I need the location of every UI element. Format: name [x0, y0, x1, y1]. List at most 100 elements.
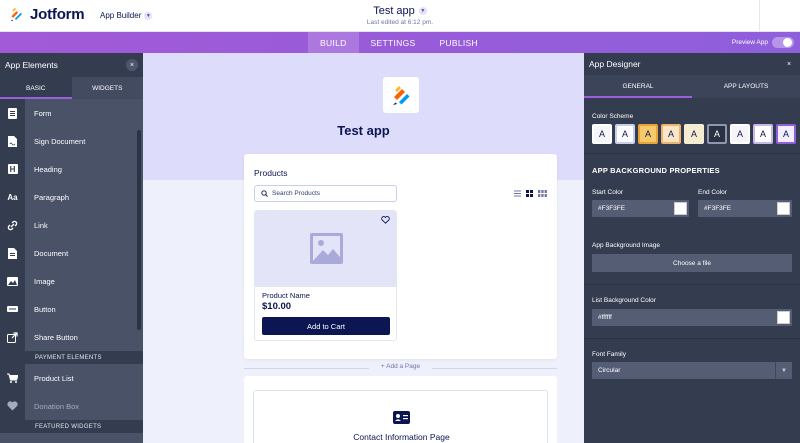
contact-card-icon: [393, 411, 410, 424]
color-scheme-swatch[interactable]: A: [615, 124, 635, 144]
app-title-block: Test app ▼ Last edited at 6:12 pm.: [0, 5, 800, 26]
list-bg-value: #ffffff: [598, 314, 612, 321]
end-color-label: End Color: [698, 189, 727, 196]
add-page-button[interactable]: + Add a Page: [244, 363, 557, 370]
element-button[interactable]: Button: [0, 295, 143, 323]
nav-bar: BUILD SETTINGS PUBLISH Preview App: [0, 32, 800, 53]
element-heading[interactable]: H Heading: [0, 155, 143, 183]
divider: [584, 284, 800, 285]
product-name: Product Name: [262, 291, 310, 300]
element-label: Form: [34, 108, 52, 118]
preview-app: Preview App: [732, 37, 794, 48]
start-color-input[interactable]: #F3F3FE: [592, 200, 689, 217]
color-scheme-swatch[interactable]: A: [730, 124, 750, 144]
product-price: $10.00: [262, 301, 292, 312]
element-tabs: BASIC WIDGETS: [0, 77, 143, 99]
element-donation-box[interactable]: Donation Box: [0, 392, 143, 420]
search-input[interactable]: Search Products: [254, 185, 397, 202]
scrollbar[interactable]: [137, 130, 141, 330]
products-title: Products: [254, 168, 288, 178]
close-icon[interactable]: ×: [126, 59, 138, 71]
share-icon: [0, 323, 25, 351]
close-icon[interactable]: ×: [783, 58, 795, 70]
element-sign-document[interactable]: Sign Document: [0, 127, 143, 155]
page-card[interactable]: Contact Information Page: [244, 376, 557, 443]
compact-grid-icon[interactable]: [538, 190, 547, 197]
paragraph-glyph: Aa: [7, 192, 18, 202]
product-list-card[interactable]: Products Search Products Product Name $1…: [244, 154, 557, 359]
heart-icon: [0, 392, 25, 420]
color-scheme-swatch[interactable]: A: [638, 124, 658, 144]
image-placeholder-icon: [310, 233, 343, 264]
sign-document-icon: [0, 127, 25, 155]
end-color-input[interactable]: #F3F3FE: [698, 200, 792, 217]
color-scheme-swatch[interactable]: A: [776, 124, 796, 144]
preview-toggle[interactable]: [772, 37, 794, 48]
element-share-button[interactable]: Share Button: [0, 323, 143, 351]
bg-properties-heading: APP BACKGROUND PROPERTIES: [592, 166, 720, 175]
link-icon: [0, 211, 25, 239]
tab-build[interactable]: BUILD: [308, 32, 359, 53]
app-title[interactable]: Test app ▼: [373, 5, 427, 17]
list-bg-picker[interactable]: [777, 311, 790, 324]
tab-settings[interactable]: SETTINGS: [359, 32, 428, 53]
element-image[interactable]: Image: [0, 267, 143, 295]
chevron-down-icon: ▼: [418, 7, 427, 15]
list-bg-input[interactable]: #ffffff: [592, 309, 792, 326]
product-item[interactable]: Product Name $10.00 Add to Cart: [254, 210, 397, 341]
element-document[interactable]: Document: [0, 239, 143, 267]
element-form[interactable]: Form: [0, 99, 143, 127]
search-placeholder: Search Products: [272, 190, 321, 197]
color-scheme-swatch[interactable]: A: [661, 124, 681, 144]
tab-general[interactable]: GENERAL: [584, 75, 692, 98]
font-family-select[interactable]: Circular ▼: [592, 362, 792, 379]
favorite-heart-icon[interactable]: [381, 216, 390, 224]
heading-glyph: H: [7, 164, 18, 174]
element-paragraph[interactable]: Aa Paragraph: [0, 183, 143, 211]
grid-view-icon[interactable]: [526, 190, 533, 197]
app-designer-panel: App Designer × GENERAL APP LAYOUTS Color…: [584, 53, 800, 443]
image-icon: [0, 267, 25, 295]
element-label: Sign Document: [34, 136, 86, 146]
start-color-picker[interactable]: [674, 202, 687, 215]
panel-title: App Designer: [589, 59, 641, 69]
document-icon: [0, 239, 25, 267]
element-link[interactable]: Link: [0, 211, 143, 239]
app-icon[interactable]: [383, 77, 419, 113]
tab-widgets[interactable]: WIDGETS: [72, 77, 144, 99]
add-to-cart-button[interactable]: Add to Cart: [262, 317, 390, 335]
color-scheme-swatch[interactable]: A: [753, 124, 773, 144]
end-color-value: #F3F3FE: [704, 205, 732, 212]
app-canvas: Test app Products Search Products Produc…: [143, 53, 584, 443]
form-icon: [0, 99, 25, 127]
element-product-list[interactable]: Product List: [0, 364, 143, 392]
panel-title: App Elements: [5, 60, 58, 70]
contact-page-block[interactable]: Contact Information Page: [253, 390, 548, 443]
panel-header: App Designer ×: [584, 53, 800, 75]
app-name: Test app: [337, 123, 390, 138]
divider: [584, 153, 800, 154]
element-label: Heading: [34, 164, 62, 174]
app-title-text: Test app: [373, 5, 415, 17]
last-edited: Last edited at 6:12 pm.: [366, 19, 434, 26]
choose-file-button[interactable]: Choose a file: [592, 254, 792, 272]
list-view-icon[interactable]: [514, 190, 521, 197]
divider: [759, 0, 760, 32]
app-elements-panel: App Elements × BASIC WIDGETS Form Sign D…: [0, 53, 143, 443]
nav-tabs: BUILD SETTINGS PUBLISH: [308, 32, 490, 53]
color-scheme-label: Color Scheme: [592, 113, 634, 120]
tab-basic[interactable]: BASIC: [0, 77, 72, 99]
tab-publish[interactable]: PUBLISH: [427, 32, 489, 53]
contact-page-label: Contact Information Page: [353, 432, 450, 442]
end-color-picker[interactable]: [777, 202, 790, 215]
start-color-label: Start Color: [592, 189, 624, 196]
chevron-down-icon: ▼: [775, 362, 792, 379]
panel-header: App Elements ×: [0, 53, 143, 77]
color-scheme-swatch[interactable]: A: [592, 124, 612, 144]
paragraph-icon: Aa: [0, 183, 25, 211]
element-label: Image: [34, 276, 55, 286]
element-label: Button: [34, 304, 56, 314]
tab-app-layouts[interactable]: APP LAYOUTS: [692, 75, 800, 98]
color-scheme-swatch[interactable]: A: [707, 124, 727, 144]
color-scheme-swatch[interactable]: A: [684, 124, 704, 144]
